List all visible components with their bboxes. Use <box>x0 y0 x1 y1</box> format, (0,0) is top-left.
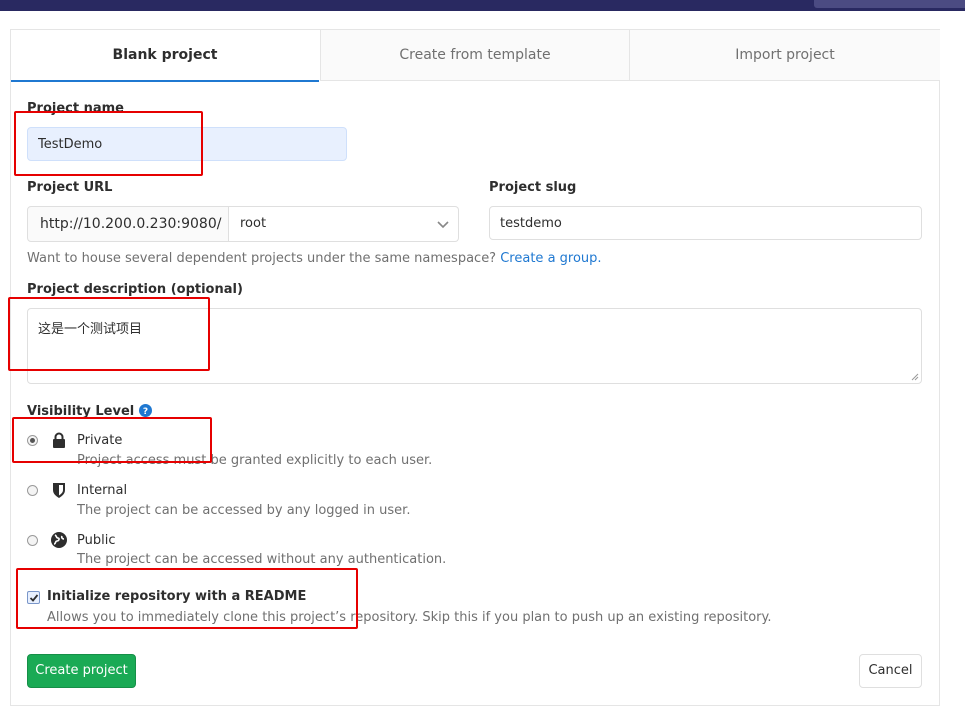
project-name-input[interactable] <box>27 127 347 161</box>
visibility-label-text: Visibility Level <box>27 404 135 419</box>
check-icon <box>29 594 39 602</box>
shield-icon <box>53 483 65 498</box>
top-navbar <box>0 0 965 11</box>
svg-text:?: ? <box>143 407 148 417</box>
project-slug-input[interactable] <box>489 206 922 240</box>
project-url-prefix: http://10.200.0.230:9080/ <box>27 206 229 242</box>
visibility-radio-internal[interactable] <box>27 485 38 496</box>
description-text: 这是一个测试项目 <box>38 322 143 337</box>
visibility-option-internal: Internal <box>77 483 128 498</box>
visibility-option-public: Public <box>77 533 116 548</box>
create-group-link[interactable]: Create a group. <box>500 251 601 266</box>
help-icon[interactable]: ? <box>138 404 152 417</box>
description-textarea[interactable]: 这是一个测试项目 <box>27 308 922 384</box>
create-project-button[interactable]: Create project <box>27 654 136 688</box>
description-label: Project description (optional) <box>27 282 243 297</box>
visibility-help-private: Project access must be granted explicitl… <box>77 453 433 468</box>
visibility-label: Visibility Level ? <box>27 404 152 419</box>
namespace-hint-text: Want to house several dependent projects… <box>27 251 497 266</box>
globe-icon <box>51 532 67 548</box>
project-url-label: Project URL <box>27 180 113 195</box>
project-slug-label: Project slug <box>489 180 577 195</box>
tab-blank-project[interactable]: Blank project <box>11 30 319 82</box>
readme-checkbox[interactable] <box>27 591 40 604</box>
visibility-radio-private[interactable] <box>27 435 38 446</box>
visibility-help-internal: The project can be accessed by any logge… <box>77 503 411 518</box>
chevron-down-icon <box>437 221 449 229</box>
namespace-value: root <box>240 216 267 231</box>
readme-help: Allows you to immediately clone this pro… <box>47 610 772 625</box>
project-tabs: Blank project Create from template Impor… <box>11 30 940 82</box>
project-name-label: Project name <box>27 101 124 116</box>
visibility-radio-public[interactable] <box>27 535 38 546</box>
tab-create-from-template[interactable]: Create from template <box>320 30 629 81</box>
visibility-help-public: The project can be accessed without any … <box>77 552 447 567</box>
cancel-button[interactable]: Cancel <box>859 654 922 688</box>
namespace-hint: Want to house several dependent projects… <box>27 251 602 266</box>
resize-handle-icon[interactable] <box>911 373 919 381</box>
namespace-select[interactable]: root <box>229 206 459 242</box>
readme-label[interactable]: Initialize repository with a README <box>47 589 306 604</box>
lock-icon <box>53 432 65 448</box>
tab-import-project[interactable]: Import project <box>629 30 940 81</box>
visibility-option-private: Private <box>77 433 123 448</box>
navbar-button[interactable] <box>814 0 965 8</box>
